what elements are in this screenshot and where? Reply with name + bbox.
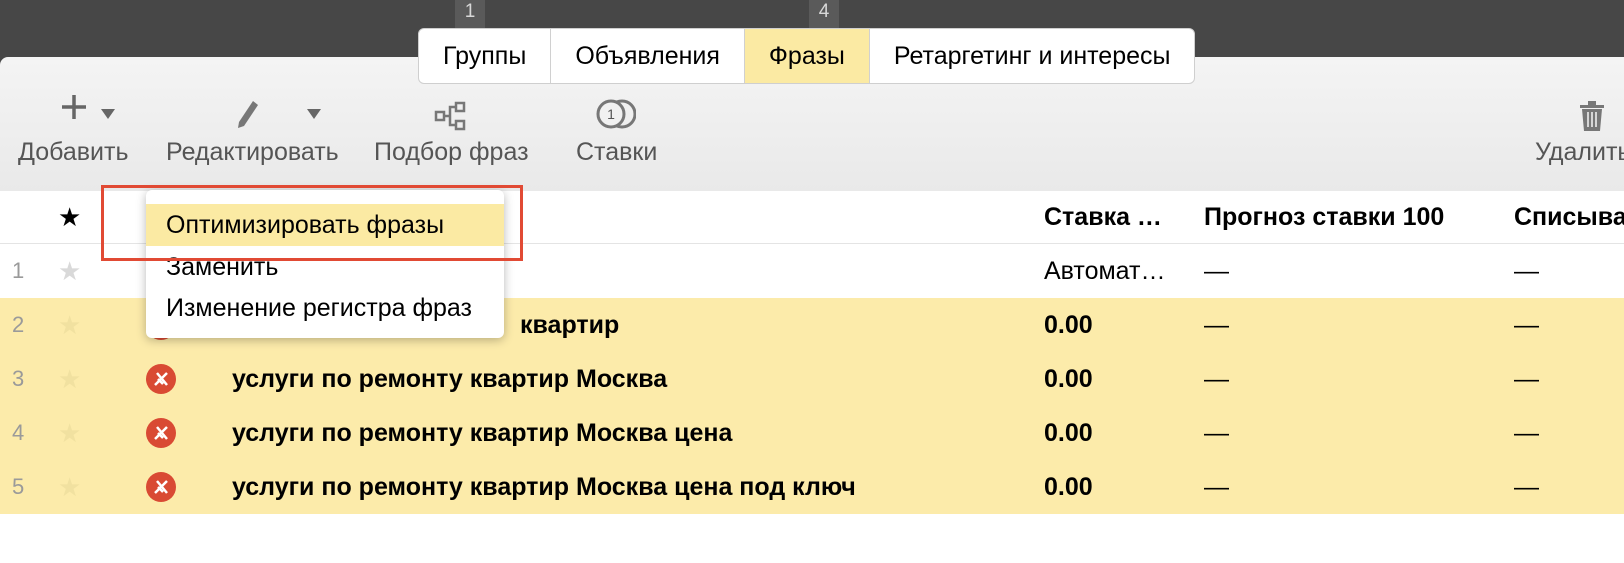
stopped-status-icon bbox=[146, 418, 176, 448]
menu-item-replace[interactable]: Заменить bbox=[146, 246, 504, 288]
forecast-value: — bbox=[1204, 257, 1229, 285]
menu-item-change-case[interactable]: Изменение регистра фраз bbox=[146, 287, 504, 329]
tab-bar: Группы Объявления Фразы Ретаргетинг и ин… bbox=[418, 28, 1196, 84]
forecast-value: — bbox=[1204, 473, 1229, 501]
tab-phrases[interactable]: Фразы bbox=[744, 29, 870, 83]
row-number: 5 bbox=[12, 474, 25, 499]
star-column-header[interactable]: ★ bbox=[58, 191, 81, 243]
stopped-status-icon bbox=[146, 364, 176, 394]
bid-column-header[interactable]: Ставка … bbox=[1044, 191, 1162, 243]
bid-value[interactable]: 0.00 bbox=[1044, 298, 1093, 352]
tab-groups[interactable]: Группы bbox=[419, 29, 552, 83]
star-icon[interactable]: ★ bbox=[58, 406, 81, 460]
bid-value[interactable]: 0.00 bbox=[1044, 406, 1093, 460]
bid-value[interactable]: 0.00 bbox=[1044, 460, 1093, 514]
star-icon[interactable]: ★ bbox=[58, 352, 81, 406]
tab-retargeting[interactable]: Ретаргетинг и интересы bbox=[870, 29, 1195, 83]
table-row[interactable]: 4 ★ услуги по ремонту квартир Москва цен… bbox=[0, 406, 1624, 461]
edit-dropdown-menu: Оптимизировать фразы Заменить Изменение … bbox=[146, 190, 504, 338]
forecast-value: — bbox=[1204, 365, 1229, 393]
hierarchy-icon bbox=[434, 101, 466, 136]
forecast-column-header[interactable]: Прогноз ставки 100 bbox=[1204, 191, 1444, 243]
row-number: 3 bbox=[12, 366, 25, 391]
spend-column-header[interactable]: Списыва bbox=[1514, 191, 1624, 243]
table-row[interactable]: 5 ★ услуги по ремонту квартир Москва цен… bbox=[0, 460, 1624, 515]
edit-label: Редактировать bbox=[166, 138, 339, 166]
edit-button[interactable]: Редактировать bbox=[166, 57, 339, 191]
trash-icon bbox=[1579, 101, 1605, 136]
spend-value: — bbox=[1514, 365, 1539, 393]
phrase-text: услуги по ремонту квартир Москва bbox=[232, 365, 668, 393]
coins-icon: 1 bbox=[596, 97, 637, 136]
star-icon[interactable]: ★ bbox=[58, 460, 81, 514]
row-number: 2 bbox=[12, 312, 25, 337]
bid-value[interactable]: Автомат… bbox=[1044, 244, 1165, 298]
spend-value: — bbox=[1514, 419, 1539, 447]
star-icon[interactable]: ★ bbox=[58, 244, 81, 298]
tab-count-groups: 1 bbox=[455, 0, 485, 28]
bids-label: Ставки bbox=[576, 138, 658, 166]
row-number: 1 bbox=[12, 258, 25, 283]
forecast-value: — bbox=[1204, 311, 1229, 339]
forecast-value: — bbox=[1204, 419, 1229, 447]
phrase-pick-label: Подбор фраз bbox=[374, 138, 529, 166]
bids-icon-number: 1 bbox=[607, 106, 615, 122]
spend-value: — bbox=[1514, 257, 1539, 285]
add-button[interactable]: Добавить bbox=[18, 57, 129, 191]
row-number: 4 bbox=[12, 420, 25, 445]
phrase-text: услуги по ремонту квартир Москва цена bbox=[232, 419, 733, 447]
add-label: Добавить bbox=[18, 138, 129, 166]
phrases-editor: 1 4 Добавить Редактировать Подбор фраз 1… bbox=[0, 0, 1624, 563]
spend-value: — bbox=[1514, 311, 1539, 339]
phrase-text: услуги по ремонту квартир Москва цена по… bbox=[232, 473, 856, 501]
stopped-status-icon bbox=[146, 472, 176, 502]
star-icon[interactable]: ★ bbox=[58, 298, 81, 352]
pencil-icon bbox=[236, 99, 260, 134]
phrase-text: квартир bbox=[520, 311, 620, 339]
chevron-down-icon[interactable] bbox=[101, 109, 115, 119]
chevron-down-icon[interactable] bbox=[307, 109, 321, 119]
bid-value[interactable]: 0.00 bbox=[1044, 352, 1093, 406]
table-row[interactable]: 3 ★ услуги по ремонту квартир Москва 0.0… bbox=[0, 352, 1624, 407]
plus-icon bbox=[60, 93, 88, 126]
tab-ads[interactable]: Объявления bbox=[551, 29, 745, 83]
tab-count-phrases: 4 bbox=[809, 0, 839, 28]
menu-item-optimize-phrases[interactable]: Оптимизировать фразы bbox=[146, 204, 504, 246]
spend-value: — bbox=[1514, 473, 1539, 501]
delete-label: Удалить bbox=[1535, 138, 1624, 166]
delete-button[interactable]: Удалить bbox=[1535, 57, 1624, 191]
